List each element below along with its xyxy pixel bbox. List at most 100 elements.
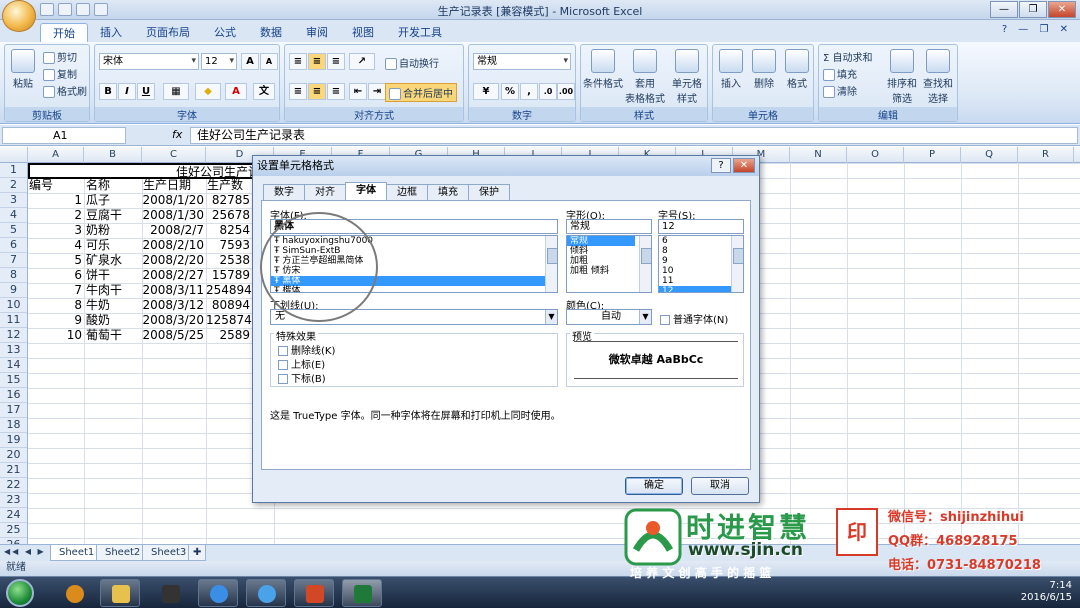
row-header[interactable]: 7 [0, 253, 27, 268]
id-cell[interactable]: 5 [28, 253, 84, 268]
strikethrough-checkbox[interactable]: 删除线(K) [278, 342, 335, 357]
row-header[interactable]: 11 [0, 313, 27, 328]
maximize-button[interactable]: ❐ [1019, 1, 1047, 18]
column-header[interactable]: A [28, 147, 84, 163]
id-cell[interactable]: 4 [28, 238, 84, 253]
tab-number[interactable]: 数字 [263, 184, 305, 200]
id-cell[interactable]: 6 [28, 268, 84, 283]
table-header-cell[interactable]: 生产日期 [143, 178, 206, 193]
autosum-button[interactable]: Σ 自动求和 [823, 49, 873, 64]
decrease-indent-icon[interactable]: ⇤ [349, 83, 367, 100]
tab-fill[interactable]: 填充 [427, 184, 469, 200]
shrink-font-button[interactable]: A [260, 53, 278, 70]
column-header[interactable]: C [142, 147, 206, 163]
tab-review[interactable]: 审阅 [294, 23, 340, 42]
list-item-selected[interactable]: 常规 [567, 236, 635, 246]
fx-icon[interactable]: fx [172, 128, 182, 141]
column-header[interactable]: N [790, 147, 847, 163]
font-style-input[interactable]: 常规 [566, 219, 652, 234]
row-header[interactable]: 4 [0, 208, 27, 223]
orientation-icon[interactable]: ↗ [349, 53, 375, 70]
dialog-close-button[interactable]: ✕ [733, 158, 755, 173]
align-left-icon[interactable]: ≡ [289, 83, 307, 100]
size-list-scrollbar[interactable] [731, 236, 743, 292]
list-item[interactable]: Ŧ hakuyoxingshu7000 [271, 236, 557, 246]
clear-button[interactable]: 清除 [823, 83, 857, 98]
align-bottom-icon[interactable]: ≡ [327, 53, 345, 70]
currency-icon[interactable]: ¥ [473, 83, 499, 100]
underline-dropdown[interactable]: 无 ▼ [270, 309, 558, 325]
italic-button[interactable]: I [118, 83, 136, 100]
font-style-listbox[interactable]: 常规 倾斜 加粗 加粗 倾斜 [566, 235, 652, 293]
comma-button[interactable]: , [520, 83, 538, 100]
date-cell[interactable]: 2008/5/25 [142, 328, 206, 343]
powerpoint-icon[interactable] [294, 579, 334, 607]
tab-data[interactable]: 数据 [248, 23, 294, 42]
date-cell[interactable]: 2008/2/27 [142, 268, 206, 283]
help-button[interactable]: ? [711, 158, 731, 173]
font-color-button[interactable]: A [225, 83, 247, 100]
tab-border[interactable]: 边框 [386, 184, 428, 200]
find-select-button[interactable]: 查找和 选择 [921, 49, 955, 105]
underline-button[interactable]: U [137, 83, 155, 100]
id-cell[interactable]: 1 [28, 193, 84, 208]
align-middle-icon[interactable]: ≡ [308, 53, 326, 70]
column-header[interactable]: R [1018, 147, 1074, 163]
id-cell[interactable]: 10 [28, 328, 84, 343]
style-list-scrollbar[interactable] [639, 236, 651, 292]
close-button[interactable]: ✕ [1048, 1, 1076, 18]
list-item[interactable]: Ŧ 楷体 [271, 286, 557, 292]
list-item[interactable]: Ŧ 仿宋 [271, 266, 557, 276]
column-header[interactable]: B [84, 147, 142, 163]
list-item-selected[interactable]: Ŧ 黑体 [271, 276, 557, 286]
align-top-icon[interactable]: ≡ [289, 53, 307, 70]
ribbon-help-icons[interactable]: ? — ❐ ✕ [1002, 24, 1072, 35]
qty-cell[interactable]: 25678 [206, 208, 252, 223]
delete-cells-button[interactable]: 删除 [748, 49, 780, 90]
list-item[interactable]: Ŧ 方正兰亭超细黑简体 [271, 256, 557, 266]
table-header-cell[interactable]: 名称 [86, 178, 142, 193]
qty-cell[interactable]: 2538 [206, 253, 252, 268]
cell-title[interactable]: 佳好公司生产记录 [28, 163, 274, 179]
name-cell[interactable]: 葡萄干 [86, 328, 142, 343]
row-header[interactable]: 12 [0, 328, 27, 343]
font-name-input[interactable]: 黑体 [270, 219, 558, 234]
date-cell[interactable]: 2008/2/7 [142, 223, 206, 238]
system-clock[interactable]: 7:14 2016/6/15 [1021, 580, 1072, 604]
row-header[interactable]: 21 [0, 463, 27, 478]
list-item[interactable]: Ŧ SimSun-ExtB [271, 246, 557, 256]
row-header[interactable]: 22 [0, 478, 27, 493]
row-header[interactable]: 19 [0, 433, 27, 448]
qty-cell[interactable]: 15789 [206, 268, 252, 283]
name-cell[interactable]: 矿泉水 [86, 253, 142, 268]
date-cell[interactable]: 2008/3/20 [142, 313, 206, 328]
row-header[interactable]: 23 [0, 493, 27, 508]
increase-indent-icon[interactable]: ⇥ [368, 83, 386, 100]
number-format-combo[interactable]: 常规 [473, 53, 571, 70]
cell-styles-button[interactable]: 单元格 样式 [667, 49, 707, 105]
row-header[interactable]: 8 [0, 268, 27, 283]
normal-font-checkbox[interactable]: 普通字体(N) [660, 311, 728, 326]
id-cell[interactable]: 2 [28, 208, 84, 223]
tab-formulas[interactable]: 公式 [202, 23, 248, 42]
row-header[interactable]: 6 [0, 238, 27, 253]
wrap-text-button[interactable]: 自动换行 [385, 55, 439, 70]
row-header[interactable]: 24 [0, 508, 27, 523]
percent-button[interactable]: % [501, 83, 519, 100]
name-cell[interactable]: 瓜子 [86, 193, 142, 208]
table-header-cell[interactable]: 生产数 [207, 178, 252, 193]
tab-insert[interactable]: 插入 [88, 23, 134, 42]
id-cell[interactable]: 8 [28, 298, 84, 313]
id-cell[interactable]: 3 [28, 223, 84, 238]
tab-font[interactable]: 字体 [345, 182, 387, 200]
row-header[interactable]: 14 [0, 358, 27, 373]
row-header[interactable]: 18 [0, 418, 27, 433]
table-header-cell[interactable]: 编号 [29, 178, 84, 193]
cut-button[interactable]: 剪切 [43, 49, 77, 64]
tab-page-layout[interactable]: 页面布局 [134, 23, 202, 42]
row-header[interactable]: 20 [0, 448, 27, 463]
format-as-table-button[interactable]: 套用 表格格式 [625, 49, 665, 105]
sort-filter-button[interactable]: 排序和 筛选 [885, 49, 919, 105]
name-cell[interactable]: 酸奶 [86, 313, 142, 328]
recorder-icon[interactable] [150, 579, 190, 607]
